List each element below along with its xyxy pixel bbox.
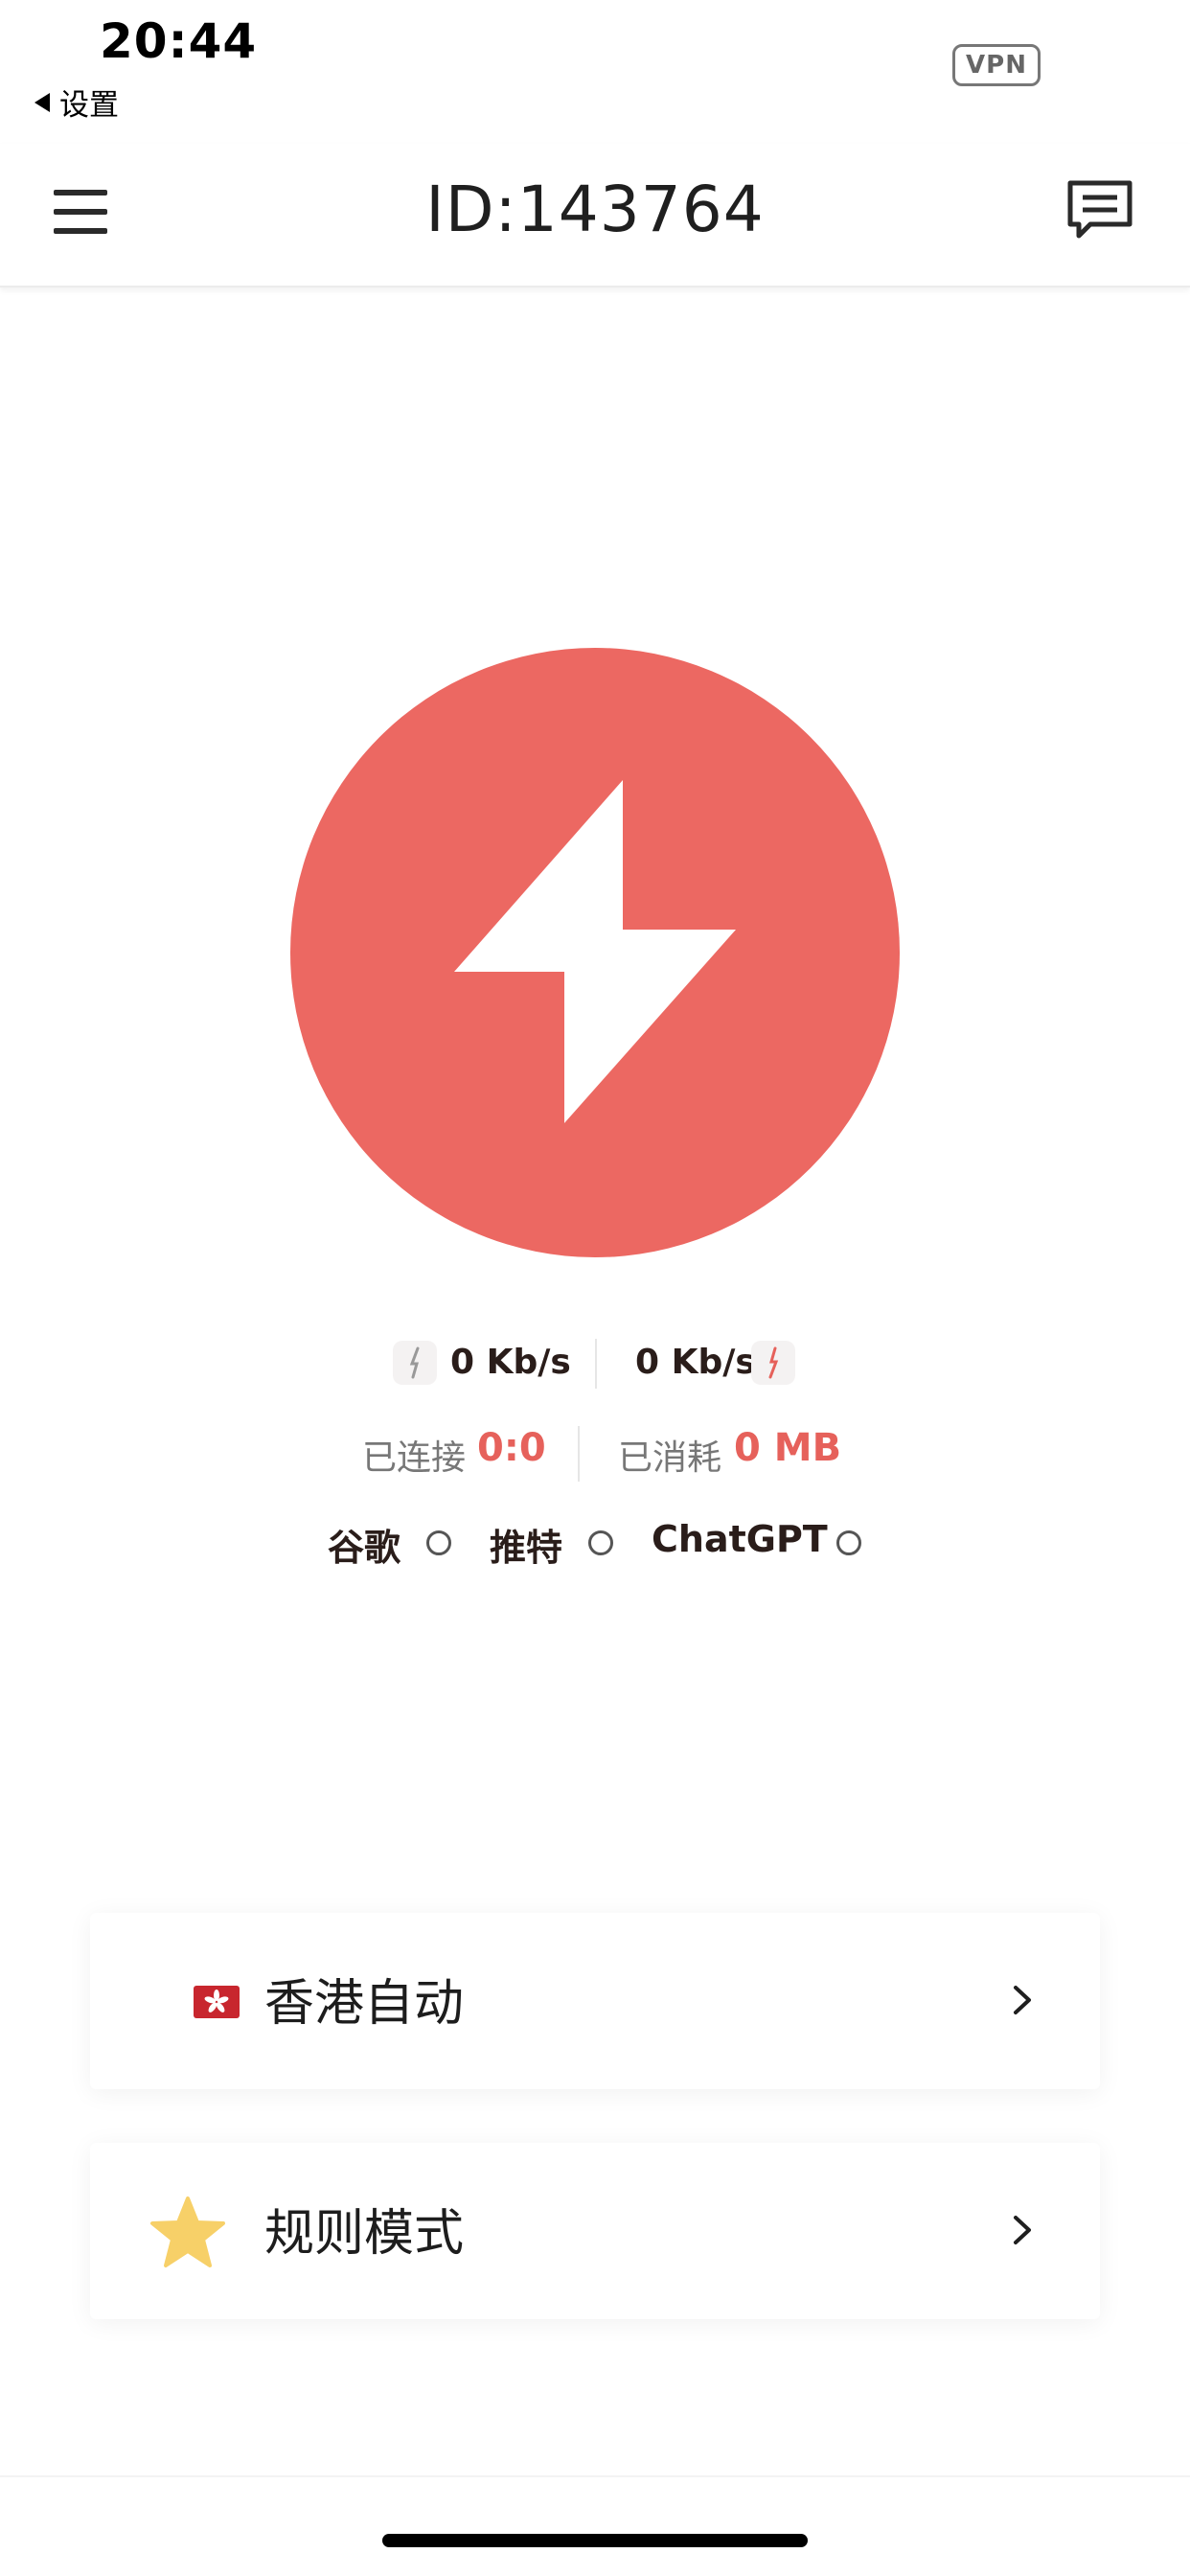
consumed-data-value: 0 MB bbox=[734, 1426, 842, 1470]
test-status-twitter-icon bbox=[588, 1530, 613, 1555]
server-name: 香港自动 bbox=[264, 1975, 465, 2033]
message-button[interactable] bbox=[1065, 178, 1134, 242]
lightning-bolt-icon bbox=[454, 780, 736, 1123]
mode-name: 规则模式 bbox=[264, 2205, 465, 2263]
divider bbox=[595, 1339, 597, 1389]
upload-speed: 0 Kb/s bbox=[635, 1343, 756, 1382]
test-status-chatgpt-icon bbox=[836, 1530, 861, 1555]
test-status-google-icon bbox=[426, 1530, 451, 1555]
status-time: 20:44 bbox=[100, 13, 258, 69]
message-icon bbox=[1067, 180, 1133, 239]
home-indicator[interactable] bbox=[382, 2534, 808, 2547]
server-select-card[interactable]: 香港自动 bbox=[90, 1913, 1100, 2089]
speed-row: 0 Kb/s 0 Kb/s bbox=[0, 1337, 1190, 1394]
back-triangle-icon bbox=[34, 92, 50, 112]
back-app-label: 设置 bbox=[59, 88, 119, 123]
connectivity-tests: 谷歌 推特 ChatGPT bbox=[0, 1516, 1190, 1574]
connected-time-value: 0:0 bbox=[477, 1426, 546, 1470]
chevron-right-icon bbox=[1014, 2216, 1031, 2244]
bottom-divider bbox=[0, 2475, 1190, 2477]
app-screen: 20:44 设置 VPN ID:143764 0 Kb/s 0 Kb/s 已连接… bbox=[0, 0, 1190, 2576]
usage-row: 已连接 0:0 已消耗 0 MB bbox=[0, 1426, 1190, 1484]
nav-bar: ID:143764 bbox=[0, 144, 1190, 288]
download-speed: 0 Kb/s bbox=[450, 1343, 571, 1382]
star-icon bbox=[150, 2196, 225, 2267]
mode-select-card[interactable]: 规则模式 bbox=[90, 2143, 1100, 2319]
test-label-twitter: 推特 bbox=[490, 1527, 563, 1569]
chevron-right-icon bbox=[1014, 1986, 1031, 2014]
connect-button[interactable] bbox=[290, 648, 900, 1257]
vpn-status-badge: VPN bbox=[952, 44, 1041, 86]
connected-label: 已连接 bbox=[362, 1438, 467, 1478]
test-label-chatgpt: ChatGPT bbox=[652, 1518, 828, 1560]
divider bbox=[578, 1426, 580, 1482]
back-to-app-button[interactable]: 设置 bbox=[34, 80, 119, 124]
upload-icon bbox=[751, 1341, 795, 1385]
test-label-google: 谷歌 bbox=[328, 1527, 401, 1569]
hong-kong-flag-icon bbox=[194, 1986, 240, 2018]
page-title: ID:143764 bbox=[425, 172, 765, 246]
consumed-label: 已消耗 bbox=[618, 1438, 722, 1478]
download-icon bbox=[393, 1341, 437, 1385]
